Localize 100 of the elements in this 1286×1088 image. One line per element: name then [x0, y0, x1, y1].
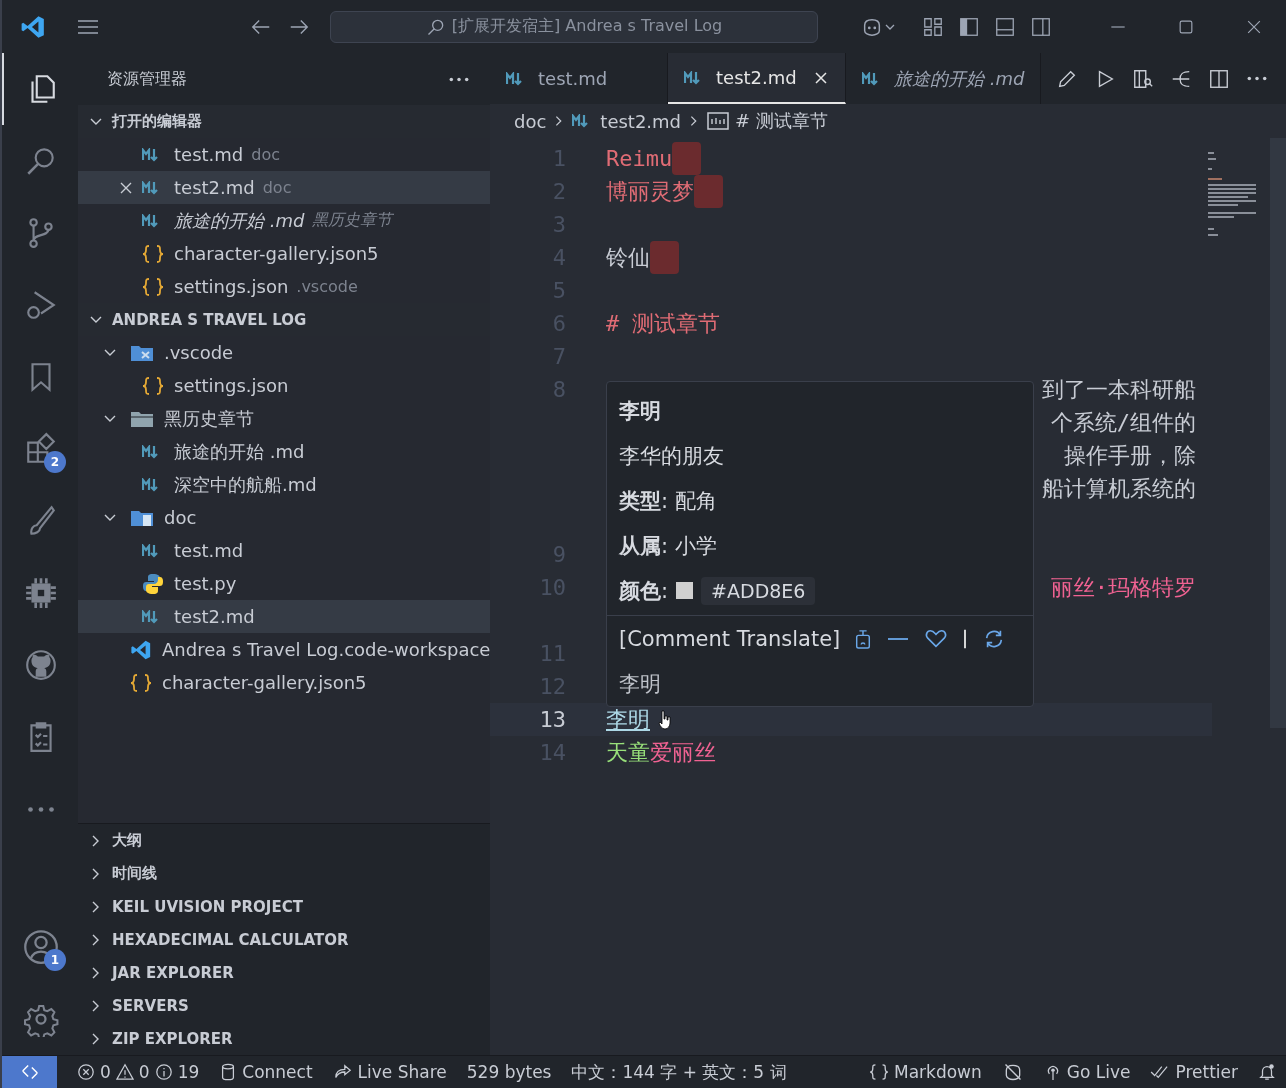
- status-item[interactable]: Prettier: [1140, 1062, 1248, 1082]
- github-icon: [24, 648, 58, 682]
- code-text: 爱丽丝: [650, 738, 716, 767]
- tree-item-name: test.md: [174, 540, 244, 561]
- pointer-cursor-icon: [658, 710, 672, 730]
- code-text: Reimu: [606, 146, 673, 171]
- split-editor-icon[interactable]: [1208, 67, 1230, 90]
- status-item[interactable]: Live Share: [322, 1062, 457, 1082]
- text-symbol-icon: [707, 112, 730, 130]
- braces-icon: [130, 673, 152, 692]
- status-item[interactable]: 中文：144 字 + 英文：5 词: [561, 1060, 797, 1084]
- tree-item-name: .vscode: [164, 342, 234, 363]
- folder-icon: [130, 409, 154, 428]
- code-text: 博丽灵梦: [606, 177, 694, 206]
- separator-bar-icon: [962, 627, 969, 650]
- open-editor-item[interactable]: test.md doc: [78, 138, 490, 171]
- tree-item[interactable]: test2.md: [78, 600, 490, 633]
- file-name: test.md: [174, 144, 244, 165]
- python-icon: [142, 572, 164, 595]
- dash-icon[interactable]: [886, 636, 911, 641]
- color-decoration: [672, 142, 702, 175]
- hover-footer-label: [Comment Translate]: [619, 626, 841, 651]
- folder-icon: [130, 343, 154, 362]
- warning-icon: [115, 1063, 134, 1081]
- more-actions-icon[interactable]: [1246, 75, 1268, 82]
- panel-toggle-icon[interactable]: [994, 15, 1016, 38]
- braces-icon: [142, 244, 164, 263]
- remote-button[interactable]: [2, 1056, 57, 1088]
- translate-icon[interactable]: [854, 627, 873, 650]
- code-text: # 测试章节: [606, 309, 721, 338]
- breadcrumb-item[interactable]: test2.md: [572, 110, 682, 132]
- preview-icon[interactable]: [1132, 67, 1154, 90]
- tree-item-name: 黑历史章节: [164, 406, 254, 431]
- open-editor-item[interactable]: settings.json .vscode: [78, 270, 490, 303]
- file-folder-label: doc: [262, 178, 292, 197]
- section-header[interactable]: ANDREA S TRAVEL LOG: [78, 303, 490, 336]
- open-editor-item[interactable]: character-gallery.json5: [78, 237, 490, 270]
- braces-icon: [142, 376, 164, 395]
- code-text: 到了一本科研船: [1042, 375, 1196, 404]
- more-icon: [27, 805, 55, 813]
- vscode-logo-icon: [20, 13, 46, 40]
- problems-status[interactable]: 0 0 19: [67, 1062, 210, 1082]
- folder-icon: [130, 508, 154, 527]
- notification-badge: 1: [44, 949, 66, 971]
- code-text: 船计算机系统的: [1042, 474, 1196, 503]
- open-editor-item[interactable]: test2.md doc: [78, 171, 490, 204]
- file-name: settings.json: [174, 276, 289, 297]
- more-actions-icon[interactable]: [448, 75, 470, 83]
- code-text: 个系统/组件的: [1050, 408, 1196, 437]
- extensions-icon: [24, 432, 58, 466]
- line-number: 13: [539, 707, 566, 732]
- code-text: 天童: [606, 738, 650, 767]
- file-folder-label: 黑历史章节: [312, 210, 393, 231]
- color-decoration: [650, 241, 679, 274]
- section-header[interactable]: 打开的编辑器: [78, 105, 490, 138]
- bell-icon: [1258, 1063, 1276, 1081]
- file-name: test2.md: [174, 177, 255, 198]
- status-item[interactable]: Markdown: [858, 1062, 992, 1082]
- sidebar-title: 资源管理器: [107, 68, 187, 90]
- info-icon: [154, 1063, 173, 1081]
- layout-icon[interactable]: [922, 15, 944, 38]
- activity-bar-item[interactable]: 2: [2, 413, 78, 485]
- braces-icon: [868, 1064, 889, 1080]
- status-item[interactable]: Go Live: [1033, 1062, 1141, 1082]
- file-folder-label: .vscode: [296, 277, 358, 296]
- code-text: 丽丝·玛格特罗: [1050, 573, 1196, 602]
- color-swatch: [676, 582, 694, 599]
- tree-item-name: Andrea s Travel Log.code-workspace: [162, 639, 491, 660]
- hover-description: 李华的朋友: [618, 442, 725, 470]
- file-name: 旅途的开始 .md: [174, 208, 305, 233]
- code-text: 铃仙: [606, 243, 650, 272]
- notification-badge: 2: [44, 451, 66, 473]
- open-editor-item[interactable]: 旅途的开始 .md 黑历史章节: [78, 204, 490, 237]
- color-decoration: [694, 175, 723, 208]
- status-item[interactable]: Connect: [209, 1062, 323, 1082]
- heart-icon[interactable]: [924, 627, 949, 650]
- hover-title: 李明: [618, 397, 662, 425]
- command-center-search[interactable]: [扩展开发宿主] Andrea s Travel Log: [330, 10, 818, 43]
- status-item[interactable]: 529 bytes: [456, 1062, 562, 1082]
- error-icon: [77, 1063, 95, 1081]
- code-text: 操作手册，除: [1064, 441, 1196, 470]
- tree-item-name: character-gallery.json5: [162, 672, 367, 693]
- account-icon: [23, 929, 59, 965]
- tree-item-name: settings.json: [174, 375, 289, 396]
- hover-field: 类型: 配角: [607, 478, 1033, 523]
- secondary-sidebar-icon[interactable]: [1030, 15, 1052, 38]
- activity-bar-item[interactable]: 1: [2, 911, 78, 983]
- code-text: 李明: [606, 705, 650, 734]
- hover-field: 从属: 小学: [607, 523, 1033, 568]
- file-folder-label: doc: [251, 145, 280, 164]
- tree-item-name: doc: [164, 507, 197, 528]
- editor-tab[interactable]: 旅途的开始 .md: [846, 53, 1042, 104]
- sidebar-toggle-icon[interactable]: [958, 15, 980, 38]
- minimize-icon[interactable]: [1108, 24, 1128, 29]
- breadcrumb-item[interactable]: # 测试章节: [707, 109, 828, 133]
- breadcrumb-item[interactable]: doc: [514, 110, 547, 132]
- close-icon[interactable]: [813, 69, 829, 86]
- tree-item-name: test2.md: [174, 606, 255, 627]
- tree-item-name: 深空中的航船.md: [174, 472, 317, 497]
- editor-tab[interactable]: test2.md: [668, 53, 846, 104]
